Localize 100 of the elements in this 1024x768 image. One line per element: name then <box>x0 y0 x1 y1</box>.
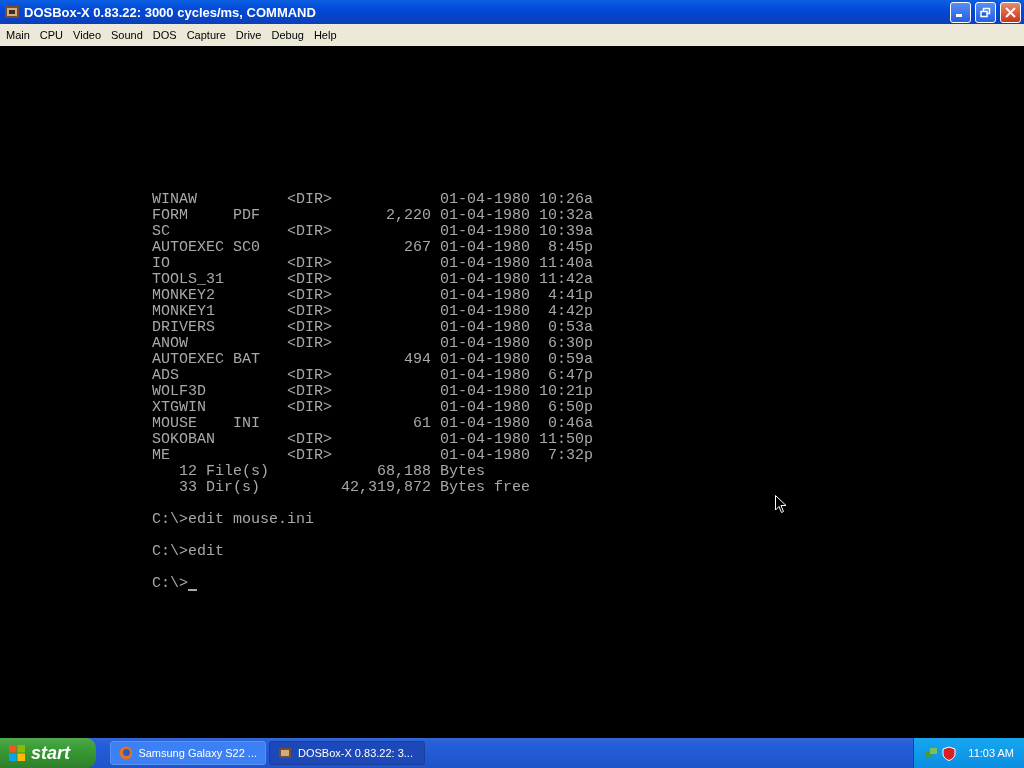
file-time: 4:42p <box>548 303 594 320</box>
file-extension: BAT <box>233 351 260 368</box>
file-date: 01-04-1980 <box>440 399 531 416</box>
summary-count: 33 <box>179 479 197 496</box>
summary-label: Dir(s) <box>206 479 260 496</box>
file-name: AUTOEXEC <box>152 352 225 368</box>
file-extension: INI <box>233 415 260 432</box>
file-time: 4:41p <box>548 287 594 304</box>
file-time: 8:45p <box>548 239 594 256</box>
file-name: ANOW <box>152 336 189 352</box>
summary-label: File(s) <box>206 463 269 480</box>
file-name: SOKOBAN <box>152 432 216 448</box>
mouse-pointer-icon <box>775 495 787 514</box>
file-size: <DIR> <box>287 447 332 464</box>
menu-item[interactable]: Main <box>1 29 35 41</box>
file-time: 6:47p <box>548 367 594 384</box>
file-size: <DIR> <box>287 303 332 320</box>
file-time: 0:53a <box>548 319 594 336</box>
file-name: TOOLS_31 <box>152 272 225 288</box>
file-date: 01-04-1980 <box>440 239 531 256</box>
file-size: <DIR> <box>287 287 332 304</box>
file-time: 10:39a <box>539 223 594 240</box>
file-name: WOLF3D <box>152 384 207 400</box>
file-time: 10:21p <box>539 383 594 400</box>
command-prompt: C:\> <box>152 576 188 592</box>
summary-count: 12 <box>179 463 197 480</box>
file-size: <DIR> <box>287 399 332 416</box>
file-time: 6:50p <box>548 399 594 416</box>
file-name: ME <box>152 448 171 464</box>
taskbar-button[interactable]: Samsung Galaxy S22 ... <box>110 741 266 765</box>
file-date: 01-04-1980 <box>440 319 531 336</box>
close-icon <box>1005 6 1016 18</box>
file-date: 01-04-1980 <box>440 447 531 464</box>
file-date: 01-04-1980 <box>440 287 531 304</box>
start-button[interactable]: start <box>0 738 96 768</box>
file-size: 61 <box>413 415 431 432</box>
menu-item[interactable]: Drive <box>230 29 267 41</box>
file-time: 0:59a <box>548 351 594 368</box>
menu-item[interactable]: Sound <box>106 29 148 41</box>
file-time: 0:46a <box>548 415 594 432</box>
windows-logo-icon <box>8 744 26 762</box>
window-title: DOSBox-X 0.83.22: 3000 cycles/ms, COMMAND <box>24 4 317 20</box>
summary-amount: 42,319,872 <box>341 479 431 496</box>
file-name: XTGWIN <box>152 400 207 416</box>
file-time: 10:32a <box>539 207 594 224</box>
file-name: IO <box>152 256 171 272</box>
file-size: <DIR> <box>287 255 332 272</box>
file-date: 01-04-1980 <box>440 255 531 272</box>
file-size: <DIR> <box>287 383 332 400</box>
file-size: 267 <box>404 239 431 256</box>
file-size: <DIR> <box>287 223 332 240</box>
menu-item[interactable]: Debug <box>266 29 309 41</box>
file-date: 01-04-1980 <box>440 223 531 240</box>
file-date: 01-04-1980 <box>440 271 531 288</box>
file-time: 11:42a <box>539 271 594 288</box>
file-time: 6:30p <box>548 335 594 352</box>
file-time: 11:50p <box>539 431 594 448</box>
taskbar-button[interactable]: DOSBox-X 0.83.22: 3... <box>269 741 425 765</box>
command-text: edit mouse.ini <box>188 512 315 528</box>
minimize-icon <box>956 14 962 17</box>
menu-item[interactable]: Help <box>308 29 342 41</box>
file-extension: SC0 <box>233 239 260 256</box>
file-extension: PDF <box>233 207 260 224</box>
file-size: 2,220 <box>386 207 431 224</box>
file-name: SC <box>152 224 171 240</box>
restore-button[interactable] <box>975 1 996 23</box>
file-date: 01-04-1980 <box>440 335 531 352</box>
menu-item[interactable]: DOS <box>147 29 182 41</box>
file-name: AUTOEXEC <box>152 240 225 256</box>
app-icon <box>4 4 20 20</box>
close-button[interactable] <box>1000 1 1021 23</box>
command-prompt: C:\> <box>152 512 188 528</box>
file-size: <DIR> <box>287 431 332 448</box>
command-prompt: C:\> <box>152 544 188 560</box>
file-date: 01-04-1980 <box>440 303 531 320</box>
file-name: WINAW <box>152 192 198 208</box>
globe-icon <box>119 746 133 760</box>
shield-icon[interactable] <box>942 745 957 761</box>
file-name: ADS <box>152 368 180 384</box>
file-size: 494 <box>404 351 431 368</box>
command-text: edit <box>188 544 225 560</box>
file-size: <DIR> <box>287 367 332 384</box>
menu-item[interactable]: Capture <box>181 29 231 41</box>
file-name: MONKEY1 <box>152 304 216 320</box>
file-name: FORM <box>152 208 189 224</box>
summary-amount: 68,188 <box>377 463 431 480</box>
file-date: 01-04-1980 <box>440 191 531 208</box>
file-size: <DIR> <box>287 271 332 288</box>
file-time: 11:40a <box>539 255 594 272</box>
clock: 11:03 AM <box>968 747 1014 759</box>
file-date: 01-04-1980 <box>440 431 531 448</box>
restore-icon <box>980 6 991 18</box>
file-name: DRIVERS <box>152 320 216 336</box>
file-time: 10:26a <box>539 191 594 208</box>
file-date: 01-04-1980 <box>440 351 531 368</box>
minimize-button[interactable] <box>950 1 971 23</box>
menu-item[interactable]: CPU <box>34 29 69 41</box>
file-date: 01-04-1980 <box>440 415 531 432</box>
menu-item[interactable]: Video <box>68 29 106 41</box>
file-size: <DIR> <box>287 335 332 352</box>
